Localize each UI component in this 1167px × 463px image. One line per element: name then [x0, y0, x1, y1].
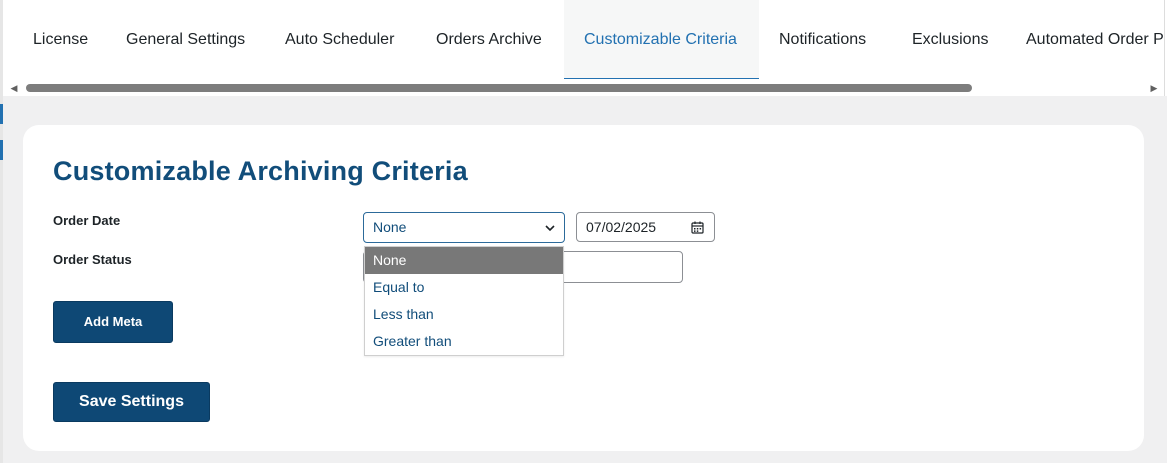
- date-operator-select[interactable]: None: [363, 212, 565, 243]
- date-operator-dropdown: None Equal to Less than Greater than: [364, 246, 564, 356]
- tab-automated-order[interactable]: Automated Order P: [1026, 0, 1164, 79]
- tab-license[interactable]: License: [33, 0, 88, 79]
- dropdown-option-none[interactable]: None: [365, 247, 563, 274]
- tab-exclusions[interactable]: Exclusions: [912, 0, 988, 79]
- save-settings-button[interactable]: Save Settings: [53, 382, 210, 422]
- calendar-icon[interactable]: [691, 221, 704, 234]
- scroll-left-arrow-icon[interactable]: ◀: [6, 80, 22, 96]
- tab-general-settings[interactable]: General Settings: [126, 0, 245, 79]
- add-meta-button[interactable]: Add Meta: [53, 301, 173, 343]
- order-date-label: Order Date: [53, 213, 121, 228]
- tab-customizable-criteria[interactable]: Customizable Criteria: [564, 0, 759, 79]
- date-operator-value: None: [373, 219, 407, 235]
- settings-card: Customizable Archiving Criteria Order Da…: [23, 125, 1144, 451]
- tab-auto-scheduler[interactable]: Auto Scheduler: [285, 0, 394, 79]
- order-status-label: Order Status: [53, 252, 132, 267]
- dropdown-option-greater-than[interactable]: Greater than: [365, 328, 563, 355]
- scrollbar-thumb[interactable]: [26, 84, 972, 92]
- chevron-down-icon: [545, 225, 555, 232]
- tab-bar: License General Settings Auto Scheduler …: [3, 0, 1164, 80]
- page-title: Customizable Archiving Criteria: [53, 156, 468, 186]
- date-value: 07/02/2025: [586, 219, 657, 235]
- left-edge-marker: [0, 140, 3, 160]
- date-input[interactable]: 07/02/2025: [576, 212, 715, 242]
- tab-notifications[interactable]: Notifications: [779, 0, 866, 79]
- horizontal-scrollbar[interactable]: ◀ ▶: [3, 80, 1164, 96]
- left-edge-marker: [0, 104, 3, 124]
- scroll-right-arrow-icon[interactable]: ▶: [1146, 80, 1162, 96]
- dropdown-option-equal-to[interactable]: Equal to: [365, 274, 563, 301]
- dropdown-option-less-than[interactable]: Less than: [365, 301, 563, 328]
- tab-orders-archive[interactable]: Orders Archive: [436, 0, 542, 79]
